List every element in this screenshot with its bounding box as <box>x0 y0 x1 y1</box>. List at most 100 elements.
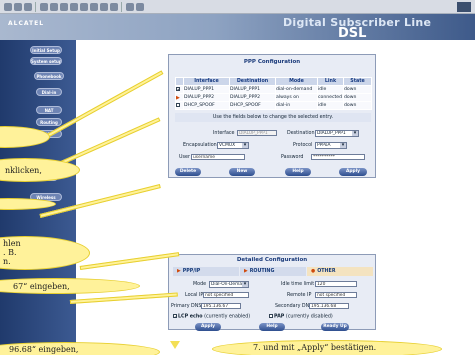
column-header-destination: Destination <box>229 77 276 86</box>
sidebar-item-phonebook[interactable]: Phonebook <box>34 72 64 80</box>
print-icon[interactable] <box>100 3 108 11</box>
help-button[interactable]: Help <box>285 168 311 176</box>
lcp-echo-checkbox[interactable]: ✓ <box>173 314 177 319</box>
cell-mode: dial-in <box>275 101 318 110</box>
user-label: User <box>179 155 190 160</box>
forward-icon[interactable] <box>14 3 22 11</box>
column-header-interface: Interface <box>183 77 230 86</box>
history-icon[interactable] <box>80 3 88 11</box>
cell-state: down <box>343 101 372 110</box>
cell-link: idle <box>317 85 344 94</box>
password-label: Password <box>281 155 304 160</box>
pap-note: (currently disabled) <box>285 314 333 320</box>
interface-label: Interface <box>213 131 235 136</box>
home-icon[interactable] <box>50 3 58 11</box>
protocol-select[interactable]: PPPoA <box>315 142 347 149</box>
row-select-arrow[interactable]: ▶ <box>175 93 184 102</box>
cell-interface: DIALUP_PPP1 <box>183 85 230 94</box>
cell-destination: DIALUP_PPP2 <box>229 93 276 102</box>
discuss-icon[interactable] <box>126 3 134 11</box>
callout-step-secondary-dns: 96.68“ eingeben, <box>0 342 160 355</box>
apply-button[interactable]: Apply <box>339 168 367 176</box>
cell-state: down <box>343 85 372 94</box>
destination-label: Destination <box>287 131 315 136</box>
remote-ip-label: Remote IP <box>287 293 312 298</box>
search-icon[interactable] <box>60 3 68 11</box>
sidebar-item-system-setup[interactable]: System setup <box>30 57 62 65</box>
arrow-right-icon: ▶ <box>244 269 248 274</box>
ppp-interface-table: Interface Destination Mode Link State • … <box>175 77 372 110</box>
detail-help-button[interactable]: Help <box>259 323 285 331</box>
cell-destination: DIALUP_PPP1 <box>229 85 276 94</box>
remote-ip-field[interactable]: not specified <box>315 292 357 298</box>
cell-state: down <box>343 93 372 102</box>
detail-apply-button[interactable]: Apply <box>195 323 221 331</box>
pap-option[interactable]: PAP (currently disabled) <box>269 314 333 320</box>
user-field[interactable]: username <box>191 154 245 160</box>
mode-select[interactable]: Dial-On-Demand <box>209 281 249 288</box>
dot-icon: ● <box>311 269 316 274</box>
mail-icon[interactable] <box>90 3 98 11</box>
detailed-configuration-panel: Detailed Configuration ▶ PPP/IP ▶ ROUTING … <box>168 254 376 331</box>
cell-destination: DHCP_SPOOF <box>229 101 276 110</box>
tab-label: PPP/IP <box>182 269 201 274</box>
lcp-echo-option[interactable]: ✓LCP echo (currently enabled) <box>173 314 250 320</box>
sidebar-item-initial-setup[interactable]: Initial Setup <box>30 46 62 54</box>
table-row[interactable]: ▶ DIALUP_PPP2 DIALUP_PPP2 always on conn… <box>175 93 372 102</box>
callout-step-apply: 7. und mit „Apply“ bestätigen. <box>212 340 442 355</box>
arrow-down-icon <box>170 341 180 349</box>
browser-toolbar <box>0 0 475 14</box>
table-row[interactable]: • DIALUP_PPP1 DIALUP_PPP1 dial-on-demand… <box>175 85 372 94</box>
pap-checkbox[interactable] <box>269 314 273 318</box>
cell-link: idle <box>317 101 344 110</box>
tab-other[interactable]: ● OTHER <box>307 267 373 276</box>
select-column-header <box>175 77 184 86</box>
interface-field[interactable]: DIALUP_PPP1 <box>237 130 277 136</box>
radio-icon[interactable] <box>176 102 180 107</box>
row-select-radio[interactable] <box>175 101 184 110</box>
cell-interface: DHCP_SPOOF <box>183 101 230 110</box>
arrow-right-icon: ▶ <box>176 94 180 101</box>
messenger-icon[interactable] <box>136 3 144 11</box>
primary-dns-field[interactable]: 195.136.67 <box>201 303 241 309</box>
windows-logo-icon <box>457 2 471 12</box>
encapsulation-select[interactable]: VCMUX <box>217 142 249 149</box>
tab-routing[interactable]: ▶ ROUTING <box>240 267 306 276</box>
callout-step-primary-dns: 67“ eingeben, <box>0 278 140 294</box>
edit-hint: Use the fields below to change the selec… <box>175 113 371 122</box>
local-ip-field[interactable]: not specified <box>203 292 249 298</box>
idle-time-label: Idle time limit <box>281 282 315 287</box>
edit-icon[interactable] <box>110 3 118 11</box>
row-select-radio[interactable]: • <box>175 85 184 94</box>
callout-line: . B. <box>3 248 17 257</box>
tab-ppp-ip[interactable]: ▶ PPP/IP <box>173 267 239 276</box>
toolbar-divider <box>35 2 36 12</box>
toolbar-divider <box>121 2 122 12</box>
arrow-right-icon: ▶ <box>177 269 181 274</box>
callout-line: n. <box>3 257 11 266</box>
secondary-dns-field[interactable]: 195.136.68 <box>309 303 349 309</box>
stop-icon[interactable] <box>24 3 32 11</box>
mode-label: Mode <box>193 282 207 287</box>
idle-time-field[interactable]: 120 <box>315 281 357 287</box>
sidebar-item-nat[interactable]: NAT <box>36 106 62 114</box>
ppp-panel-title: PPP Configuration <box>243 59 301 65</box>
sidebar-item-routing[interactable]: Routing <box>36 118 62 126</box>
table-row[interactable]: DHCP_SPOOF DHCP_SPOOF dial-in idle down <box>175 101 372 110</box>
radio-selected-icon[interactable]: • <box>176 86 180 91</box>
delete-button[interactable]: Delete <box>175 168 201 176</box>
destination-select[interactable]: DIALUP_PPP1 <box>315 130 359 137</box>
detail-panel-title: Detailed Configuration <box>236 257 308 263</box>
back-icon[interactable] <box>4 3 12 11</box>
callout-step-select: hlen . B. n. <box>0 236 90 270</box>
column-header-link: Link <box>317 77 344 86</box>
callout-pointer <box>69 292 178 304</box>
sidebar-item-dial-in[interactable]: Dial-in <box>36 88 62 96</box>
password-field[interactable]: ********** <box>311 154 365 160</box>
cell-mode: dial-on-demand <box>275 85 318 94</box>
favorites-icon[interactable] <box>70 3 78 11</box>
refresh-icon[interactable] <box>40 3 48 11</box>
cell-link: connected <box>317 93 344 102</box>
new-button[interactable]: New <box>229 168 255 176</box>
detail-ready-button[interactable]: Ready Up <box>321 323 349 331</box>
